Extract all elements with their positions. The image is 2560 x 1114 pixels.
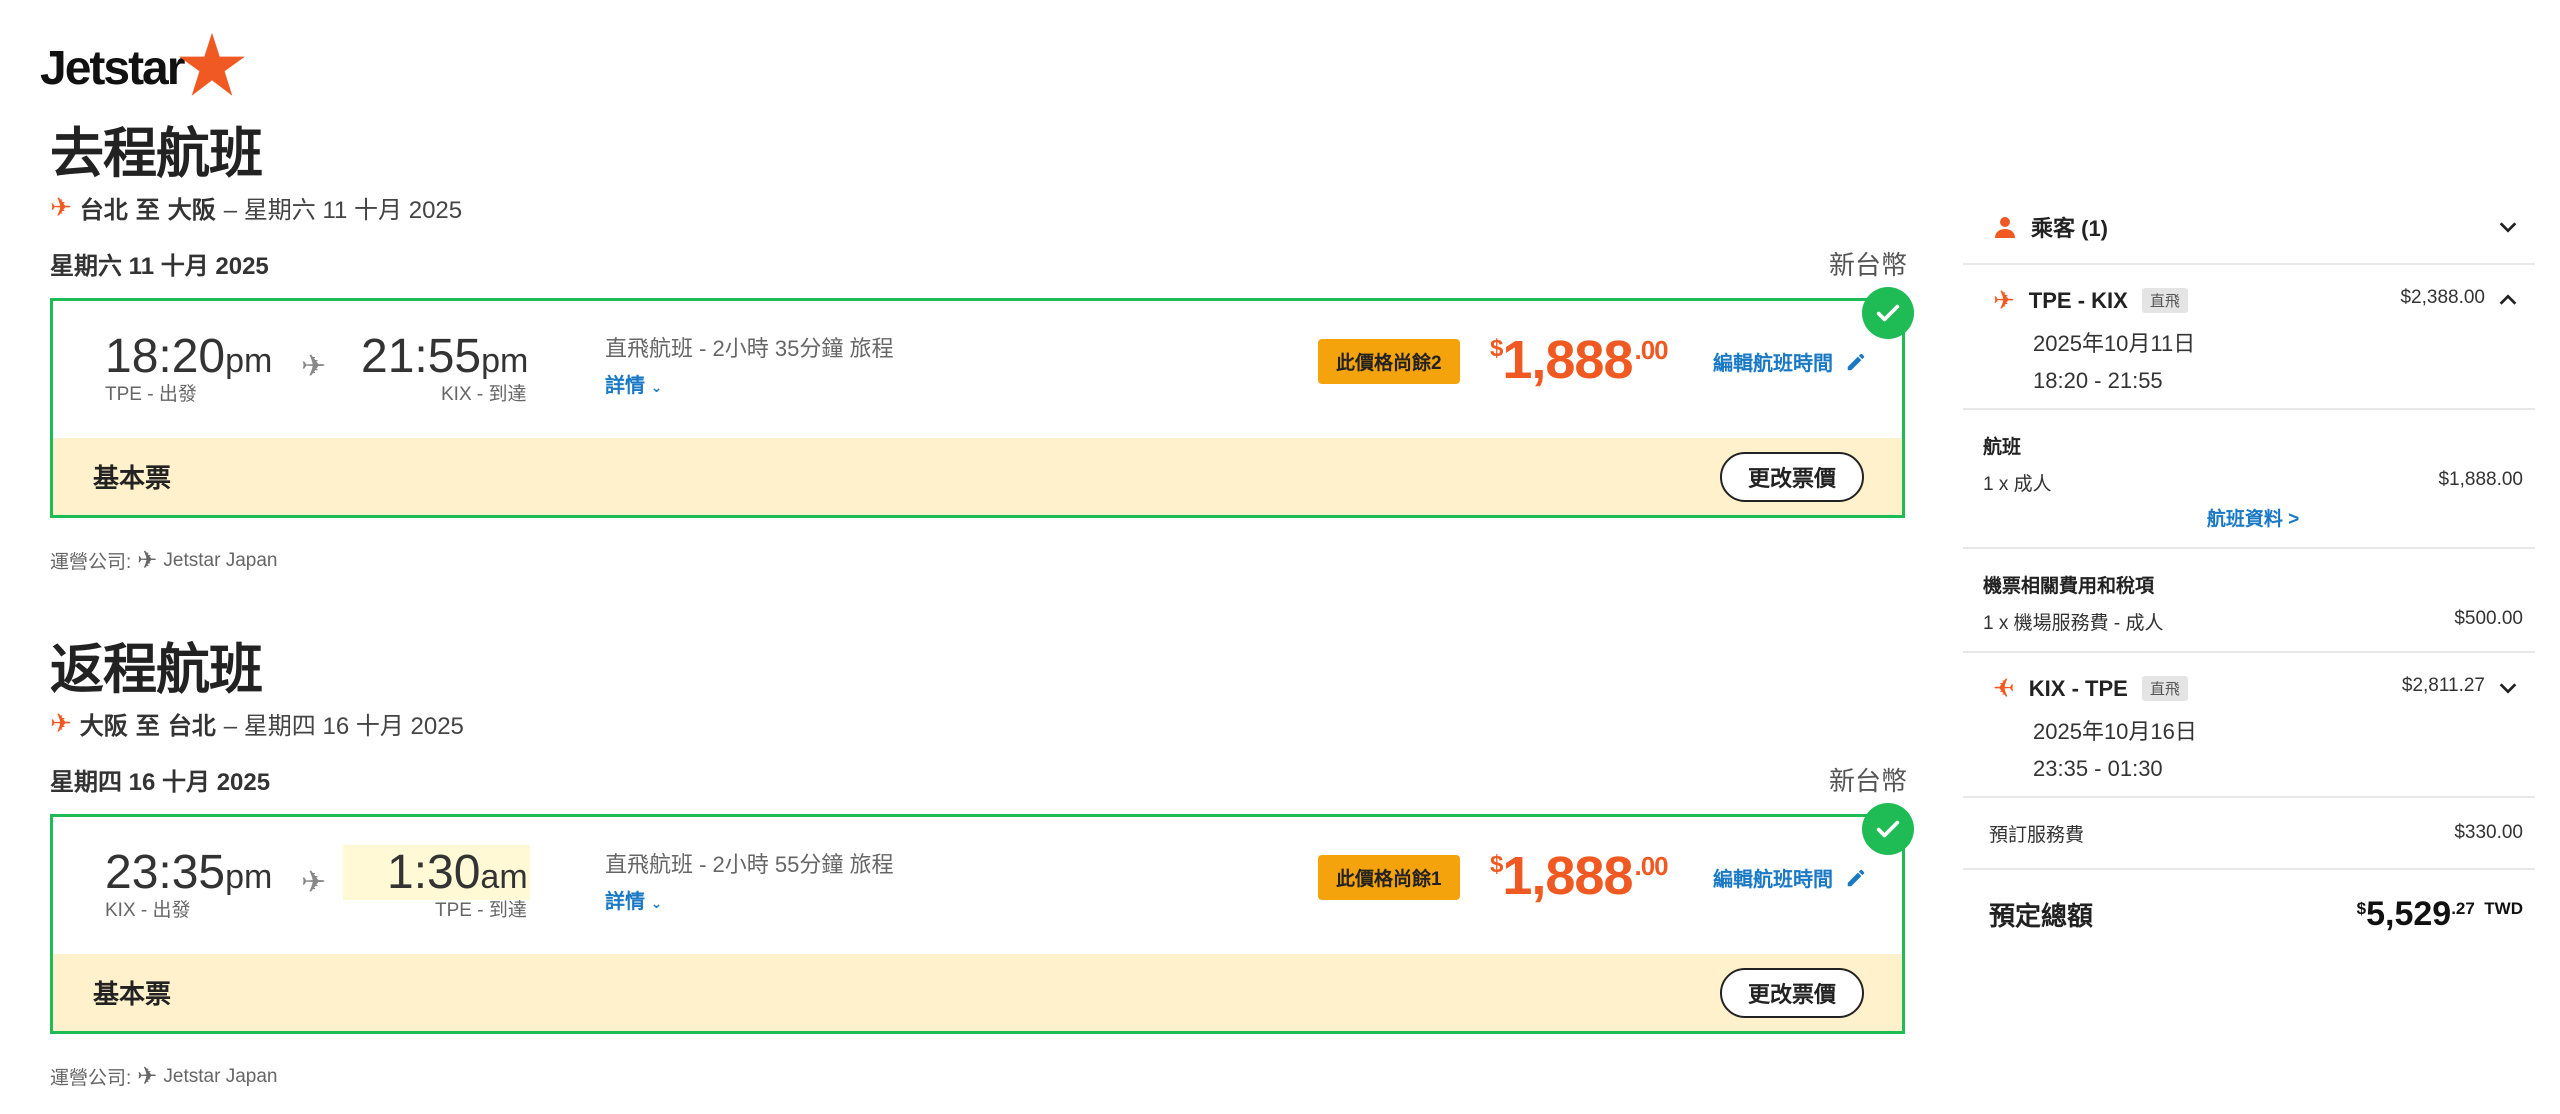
fare-price: $1,888.00	[1490, 846, 1669, 906]
plane-icon: ✈	[137, 547, 158, 574]
route-date: – 星期六 11 十月 2025	[223, 197, 463, 224]
edit-flight-time-button[interactable]: 編輯航班時間	[1713, 347, 1867, 376]
logo-wordmark: Jetstar	[40, 41, 185, 95]
selected-check-icon	[1862, 287, 1914, 339]
route-to: 台北	[167, 713, 216, 740]
leg-time: 23:35 - 01:30	[2033, 756, 2163, 781]
departure-time: 23:35pm	[105, 846, 273, 899]
flight-card-top: 18:20pm TPE - 出發 ✈ 21:55pm KIX - 到達 直飛航班…	[53, 301, 1902, 438]
change-fare-button[interactable]: 更改票價	[1719, 967, 1864, 1018]
change-fare-button[interactable]: 更改票價	[1719, 451, 1864, 502]
route-summary: ✈ 大阪 至 台北 – 星期四 16 十月 2025	[50, 706, 1905, 741]
plane-icon: ✈	[50, 192, 72, 222]
person-icon	[1995, 216, 2015, 238]
leg-time: 18:20 - 21:55	[2033, 368, 2163, 393]
route-to: 大阪	[167, 197, 216, 224]
section-title: 返程航班	[50, 640, 263, 700]
flight-card[interactable]: 18:20pm TPE - 出發 ✈ 21:55pm KIX - 到達 直飛航班…	[50, 287, 1914, 518]
arrival-time: 21:55pm	[361, 330, 529, 383]
booking-summary: 乘客 (1) ✈ TPE - KIX 直飛 2025年10月11日 18:20 …	[1963, 190, 2535, 958]
arrival-label: KIX - 到達	[441, 384, 527, 405]
outbound-section: 去程航班 ✈ 台北 至 大阪 – 星期六 11 十月 2025 星期六 11 十…	[50, 124, 1914, 575]
fare-name: 基本票	[93, 463, 172, 493]
edit-flight-time-button[interactable]: 編輯航班時間	[1713, 863, 1867, 892]
leg-route: TPE - KIX	[2028, 287, 2128, 313]
flight-card-top: 23:35pm KIX - 出發 ✈ 1:30am TPE - 到達 直飛航班 …	[53, 817, 1902, 954]
leg-outbound-summary[interactable]: ✈ TPE - KIX 直飛 2025年10月11日 18:20 - 21:55…	[1963, 265, 2535, 410]
operator-info: 運營公司: ✈ Jetstar Japan	[50, 1063, 278, 1090]
leg-price: $2,388.00	[2400, 287, 2485, 308]
route-date: – 星期四 16 十月 2025	[223, 713, 464, 740]
plane-icon: ✈	[1993, 285, 2015, 315]
details-link[interactable]: 詳情 ⌄	[605, 885, 893, 914]
chevron-down-icon: ⌄	[650, 379, 663, 395]
flight-info-link[interactable]: 航班資料 >	[1983, 504, 2523, 531]
passengers-label: 乘客 (1)	[2031, 215, 2109, 241]
chevron-down-icon[interactable]	[2497, 677, 2519, 699]
flight-info: 直飛航班 - 2小時 35分鐘 旅程 詳情 ⌄	[605, 331, 893, 398]
chevron-down-icon: ⌄	[650, 895, 663, 911]
fare-row: 基本票 更改票價	[53, 438, 1902, 515]
plane-icon: ✈	[301, 866, 327, 899]
flight-date: 星期四 16 十月 2025	[50, 769, 271, 796]
arrival-time: 1:30am	[343, 845, 530, 900]
fare-name: 基本票	[93, 979, 172, 1009]
direct-tag: 直飛	[2141, 288, 2188, 313]
details-link[interactable]: 詳情 ⌄	[605, 369, 893, 398]
flight-duration: 直飛航班 - 2小時 55分鐘 旅程	[605, 852, 894, 877]
departure-label: TPE - 出發	[105, 384, 197, 405]
departure-time: 18:20pm	[105, 330, 273, 383]
route-to-word: 至	[135, 713, 160, 740]
plane-icon: ✈	[301, 350, 327, 383]
currency-label: 新台幣	[1828, 766, 1907, 796]
departure-label: KIX - 出發	[105, 900, 191, 921]
flight-fare-detail: 航班 1 x 成人 $1,888.00 航班資料 >	[1963, 410, 2535, 549]
booking-fee-row: 預訂服務費 $330.00	[1963, 798, 2535, 870]
chevron-up-icon[interactable]	[2497, 289, 2519, 311]
leg-price: $2,811.27	[2401, 675, 2485, 696]
jetstar-logo[interactable]: Jetstar	[40, 32, 247, 104]
total-amount: $5,529.27 TWD	[2356, 894, 2523, 933]
selected-check-icon	[1862, 803, 1914, 855]
flight-date: 星期六 11 十月 2025	[50, 253, 269, 280]
arrival-label: TPE - 到達	[435, 900, 527, 921]
flight-card[interactable]: 23:35pm KIX - 出發 ✈ 1:30am TPE - 到達 直飛航班 …	[50, 803, 1914, 1034]
route-to-word: 至	[135, 197, 160, 224]
chevron-down-icon	[2499, 221, 2517, 233]
star-icon	[179, 32, 246, 96]
leg-date: 2025年10月11日	[2033, 331, 2196, 356]
currency-label: 新台幣	[1828, 250, 1907, 280]
passengers-toggle[interactable]: 乘客 (1)	[1963, 190, 2535, 265]
plane-icon: ✈	[137, 1063, 158, 1090]
pencil-icon	[1847, 353, 1865, 370]
return-section: 返程航班 ✈ 大阪 至 台北 – 星期四 16 十月 2025 星期四 16 十…	[50, 640, 1914, 1091]
plane-icon: ✈	[1993, 673, 2015, 703]
route-from: 大阪	[79, 713, 128, 740]
flight-duration: 直飛航班 - 2小時 35分鐘 旅程	[605, 336, 894, 361]
plane-icon: ✈	[50, 708, 72, 738]
taxes-detail: 機票相關費用和稅項 1 x 機場服務費 - 成人 $500.00	[1963, 549, 2535, 653]
leg-date: 2025年10月16日	[2033, 719, 2197, 744]
fare-price: $1,888.00	[1490, 330, 1669, 390]
date-row: 星期四 16 十月 2025 新台幣	[50, 761, 1907, 798]
date-row: 星期六 11 十月 2025 新台幣	[50, 245, 1907, 282]
operator-info: 運營公司: ✈ Jetstar Japan	[50, 547, 278, 574]
total-label: 預定總額	[1989, 900, 2094, 931]
route-from: 台北	[79, 197, 128, 224]
leg-return-summary[interactable]: ✈ KIX - TPE 直飛 2025年10月16日 23:35 - 01:30…	[1963, 653, 2535, 798]
pencil-icon	[1847, 869, 1865, 886]
leg-route: KIX - TPE	[2028, 675, 2128, 701]
direct-tag: 直飛	[2141, 676, 2188, 701]
fare-row: 基本票 更改票價	[53, 954, 1902, 1031]
total-row: 預定總額 $5,529.27 TWD	[1963, 870, 2535, 958]
seats-left-badge: 此價格尚餘1	[1318, 855, 1460, 900]
flight-info: 直飛航班 - 2小時 55分鐘 旅程 詳情 ⌄	[605, 847, 893, 914]
section-title: 去程航班	[50, 124, 263, 184]
seats-left-badge: 此價格尚餘2	[1318, 339, 1460, 384]
route-summary: ✈ 台北 至 大阪 – 星期六 11 十月 2025	[50, 190, 1905, 225]
